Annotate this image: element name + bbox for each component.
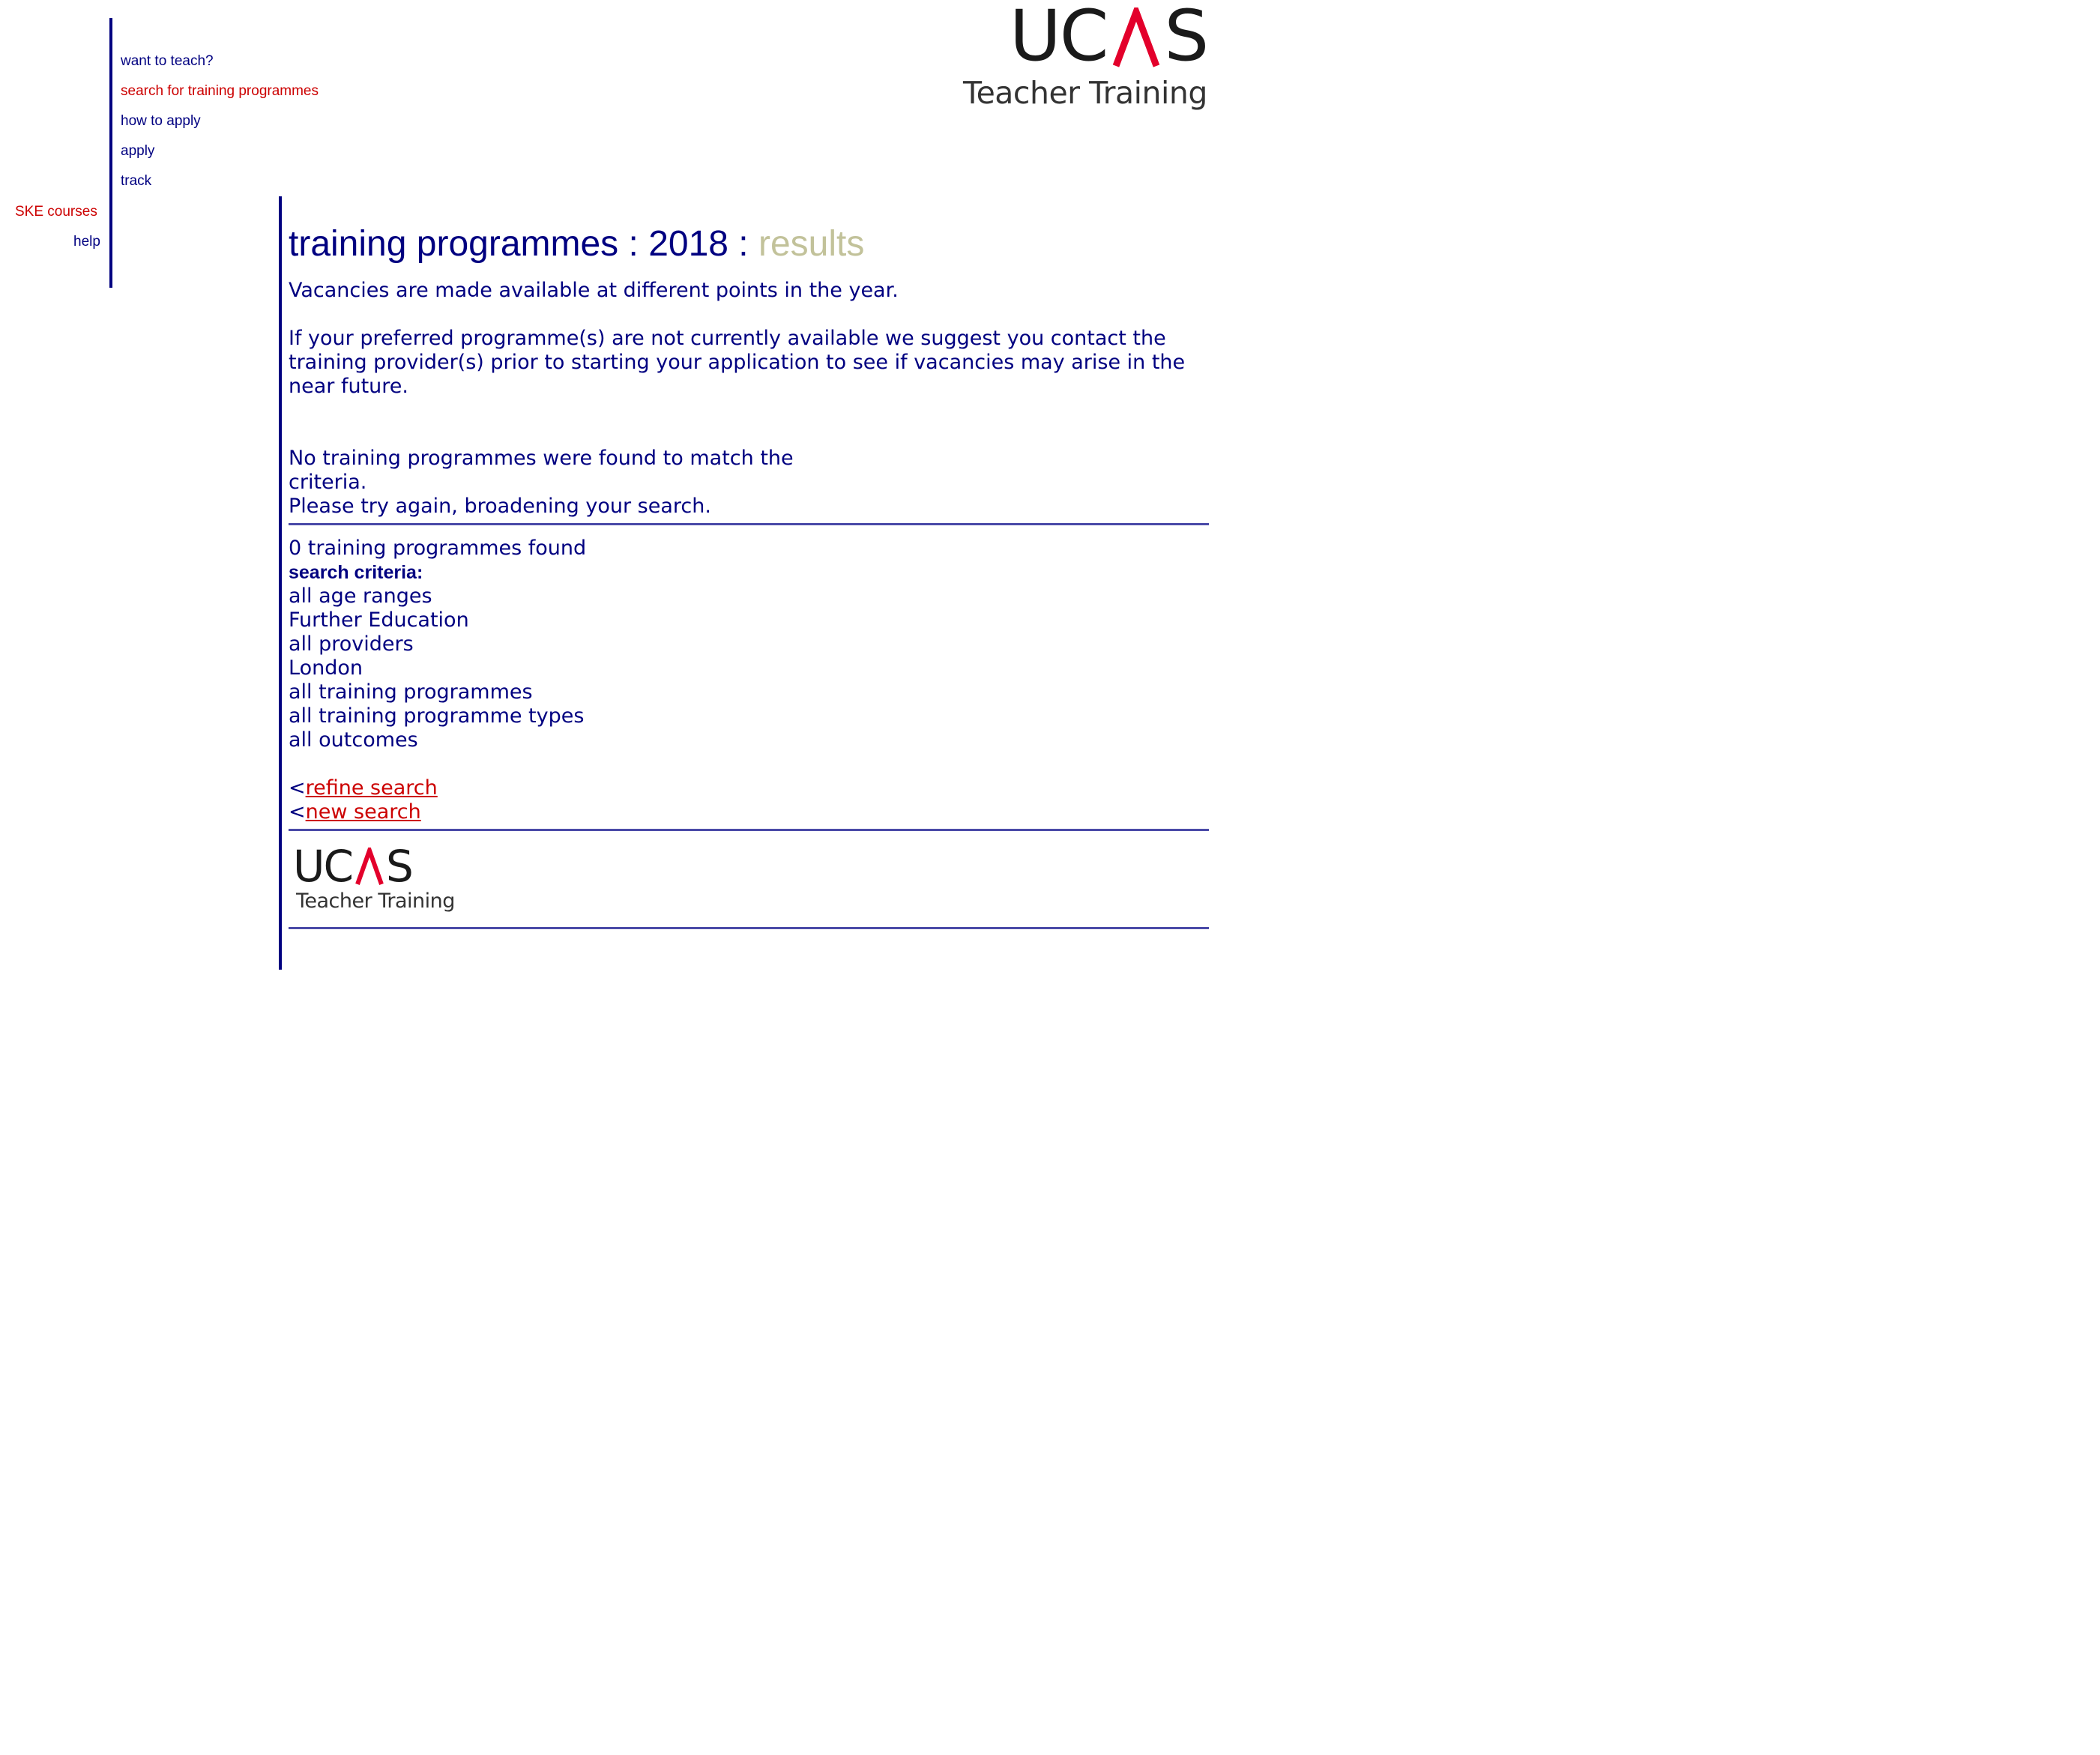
nav-item-ske-courses[interactable]: SKE courses [15, 203, 97, 221]
nav-item-apply[interactable]: apply [121, 142, 154, 160]
nav-item-help[interactable]: help [73, 233, 100, 251]
criteria-item: all outcomes [289, 728, 418, 752]
no-results-line-1: No training programmes were found to mat… [289, 447, 794, 470]
nav-item-search-training-programmes[interactable]: search for training programmes [121, 82, 319, 100]
page-title: training programmes : 2018 : results [289, 217, 1209, 271]
no-results-line-3: Please try again, broadening your search… [289, 495, 711, 518]
nav-item-track[interactable]: track [121, 172, 151, 190]
criteria-item: all age ranges [289, 585, 432, 608]
intro-advice-line-1: If your preferred programme(s) are not c… [289, 327, 1166, 350]
intro-availability: Vacancies are made available at differen… [289, 279, 899, 302]
logo-caret-icon [1113, 7, 1160, 67]
new-search-link[interactable]: new search [306, 800, 421, 824]
link-prefix: < [289, 800, 306, 824]
footer-logo-word-right: S [385, 841, 414, 892]
criteria-item: all providers [289, 632, 414, 656]
logo-word-left: UC [1010, 0, 1108, 77]
footer-logo-word-left: UC [293, 841, 354, 892]
link-prefix: < [289, 776, 306, 800]
content-divider [279, 196, 282, 970]
ucas-teacher-training-logo[interactable]: UC S Teacher Training [962, 1, 1209, 114]
logo-word-right: S [1164, 0, 1209, 77]
page-title-prefix: training programmes : 2018 : [289, 224, 758, 264]
no-results-line-2: criteria. [289, 471, 367, 494]
results-count: 0 training programmes found [289, 537, 587, 560]
intro-advice-line-3: near future. [289, 375, 408, 398]
criteria-item: Further Education [289, 608, 469, 632]
intro-advice-line-2: training provider(s) prior to starting y… [289, 351, 1186, 374]
footer-logo-caret-icon [355, 848, 384, 885]
criteria-item: all training programmes [289, 680, 533, 704]
nav-item-how-to-apply[interactable]: how to apply [121, 112, 201, 130]
footer-logo-subtitle: Teacher Training [296, 889, 455, 913]
footer-logo-wordmark: UC S [293, 841, 414, 892]
criteria-item: London [289, 656, 363, 680]
main-content: training programmes : 2018 : results Vac… [289, 217, 1209, 929]
nav-item-want-to-teach[interactable]: want to teach? [121, 52, 214, 70]
refine-search-row: <refine search [289, 776, 1209, 800]
refine-search-link[interactable]: refine search [306, 776, 438, 800]
nav-divider [109, 18, 112, 288]
page-title-accent: results [758, 224, 865, 264]
search-criteria-label: search criteria: [289, 562, 423, 583]
new-search-row: <new search [289, 800, 1209, 824]
criteria-item: all training programme types [289, 704, 585, 728]
logo-wordmark: UC S [1010, 0, 1209, 77]
divider-rule [289, 927, 1209, 929]
logo-subtitle: Teacher Training [963, 75, 1207, 111]
footer-logo[interactable]: UC S Teacher Training [292, 831, 456, 916]
